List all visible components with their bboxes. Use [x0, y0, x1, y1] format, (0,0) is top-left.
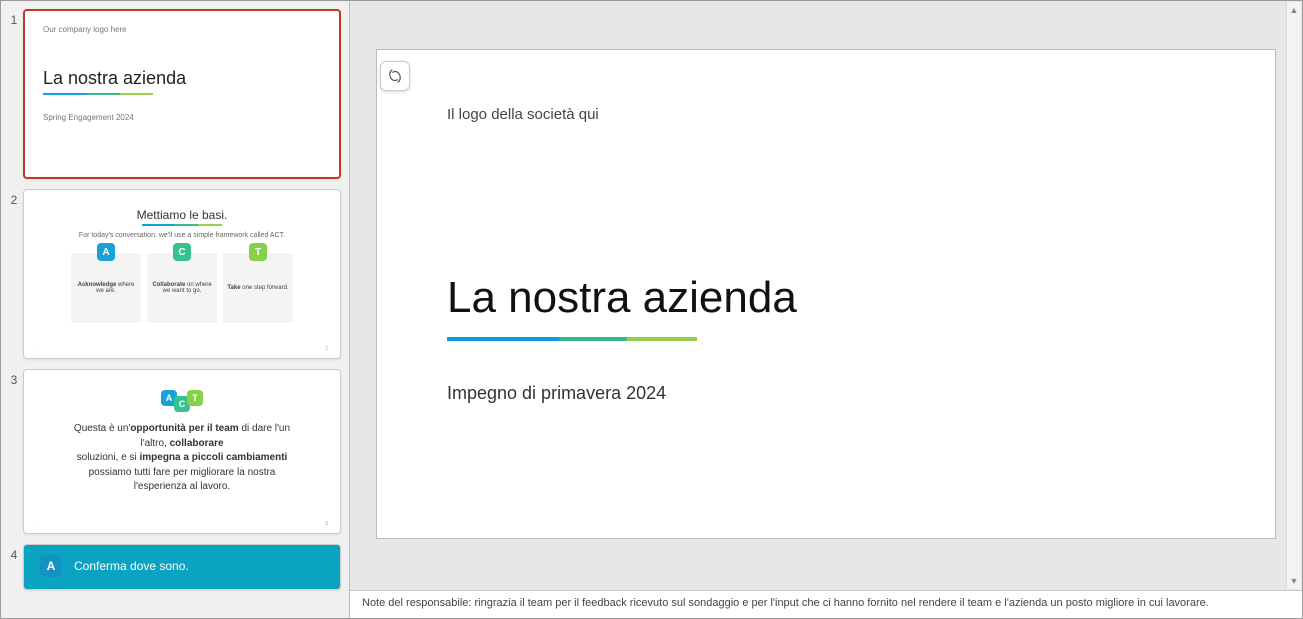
t3-l4: l'esperienza al lavoro.	[134, 481, 230, 492]
thumb2-cards: A Acknowledge where we are. C Collaborat…	[42, 253, 322, 323]
t3-l2a: soluzioni, e si	[77, 452, 140, 463]
thumbnail-row-4: 4 A Conferma dove sono.	[1, 536, 349, 592]
copilot-icon	[386, 67, 404, 85]
thumb4-text: Conferma dove sono.	[74, 559, 189, 573]
thumb-accent-rule	[142, 224, 222, 226]
current-slide[interactable]: Il logo della società qui La nostra azie…	[376, 49, 1276, 539]
thumbnail-number: 4	[5, 544, 23, 562]
badge-t-icon: T	[249, 243, 267, 261]
thumb2-card-c: C Collaborate on where we want to go.	[147, 253, 217, 323]
thumb2-heading: Mettiamo le basi.	[42, 208, 322, 222]
main-area: Il logo della società qui La nostra azie…	[350, 1, 1302, 618]
slide-stage: Il logo della società qui La nostra azie…	[350, 1, 1302, 590]
scroll-up-arrow-icon[interactable]: ▲	[1287, 2, 1301, 18]
slide-subtitle: Impegno di primavera 2024	[447, 383, 1205, 404]
mini-badge-t-icon: T	[187, 390, 203, 406]
slide-thumbnail-3[interactable]: A C T Questa è un'opportunità per il tea…	[23, 369, 341, 534]
thumbnail-row-1: 1 Our company logo here La nostra aziend…	[1, 1, 349, 181]
slide-thumbnail-1[interactable]: Our company logo here La nostra azienda …	[23, 9, 341, 179]
slide-thumbnail-2[interactable]: Mettiamo le basi. For today's conversati…	[23, 189, 341, 359]
thumbnail-number: 2	[5, 189, 23, 207]
slide-logo-placeholder: Il logo della società qui	[447, 106, 1205, 123]
thumb-accent-rule	[43, 93, 153, 95]
app-root: 1 Our company logo here La nostra aziend…	[0, 0, 1303, 619]
thumbnail-content: A Conferma dove sono.	[24, 545, 340, 587]
thumbnail-content: A C T Questa è un'opportunità per il tea…	[24, 370, 340, 533]
thumb3-text: Questa è un'opportunità per il team di d…	[42, 422, 322, 495]
card-t-strong: Take	[227, 285, 240, 291]
thumb2-card-t: T Take one step forward.	[223, 253, 293, 323]
thumb-logo-text: Our company logo here	[43, 25, 321, 34]
thumb2-card-a: A Acknowledge where we are.	[71, 253, 141, 323]
thumb-title: La nostra azienda	[43, 68, 321, 89]
thumbnail-row-2: 2 Mettiamo le basi. For today's conversa…	[1, 181, 349, 361]
thumbnail-row-3: 3 A C T Questa è un'opportunità per il t…	[1, 361, 349, 536]
thumb-footer: ·2	[36, 346, 328, 352]
thumbnail-content: Our company logo here La nostra azienda …	[25, 11, 339, 177]
card-t-rest: one step forward.	[241, 285, 289, 291]
t3-l3: possiamo tutti fare per migliorare la no…	[89, 467, 276, 478]
slide-thumbnail-4[interactable]: A Conferma dove sono.	[23, 544, 341, 590]
thumbnail-content: Mettiamo le basi. For today's conversati…	[24, 190, 340, 358]
badge-a-icon: A	[40, 555, 62, 577]
badge-a-icon: A	[97, 243, 115, 261]
t3-l1a: Questa è un'	[74, 423, 130, 434]
thumb2-sub: For today's conversation, we'll use a si…	[42, 232, 322, 239]
slide-title: La nostra azienda	[447, 273, 1205, 323]
slide-accent-rule	[447, 337, 697, 341]
vertical-scrollbar[interactable]: ▲ ▼	[1286, 2, 1301, 589]
slide-thumbnail-panel: 1 Our company logo here La nostra aziend…	[1, 1, 350, 618]
thumb-footer: ·3	[36, 521, 328, 527]
scroll-track[interactable]	[1289, 18, 1299, 573]
thumb-subtitle: Spring Engagement 2024	[43, 113, 321, 122]
thumbnail-number: 3	[5, 369, 23, 387]
t3-l1d: collaborare	[170, 438, 224, 449]
badge-c-icon: C	[173, 243, 191, 261]
thumb3-badges: A C T	[42, 390, 322, 412]
t3-l1b: opportunità per il team	[130, 423, 238, 434]
copilot-button[interactable]	[380, 61, 410, 91]
thumbnail-number: 1	[5, 9, 23, 27]
speaker-notes[interactable]: Note del responsabile: ringrazia il team…	[350, 590, 1302, 618]
scroll-down-arrow-icon[interactable]: ▼	[1287, 573, 1301, 589]
t3-l2b: impegna a piccoli cambiamenti	[139, 452, 287, 463]
